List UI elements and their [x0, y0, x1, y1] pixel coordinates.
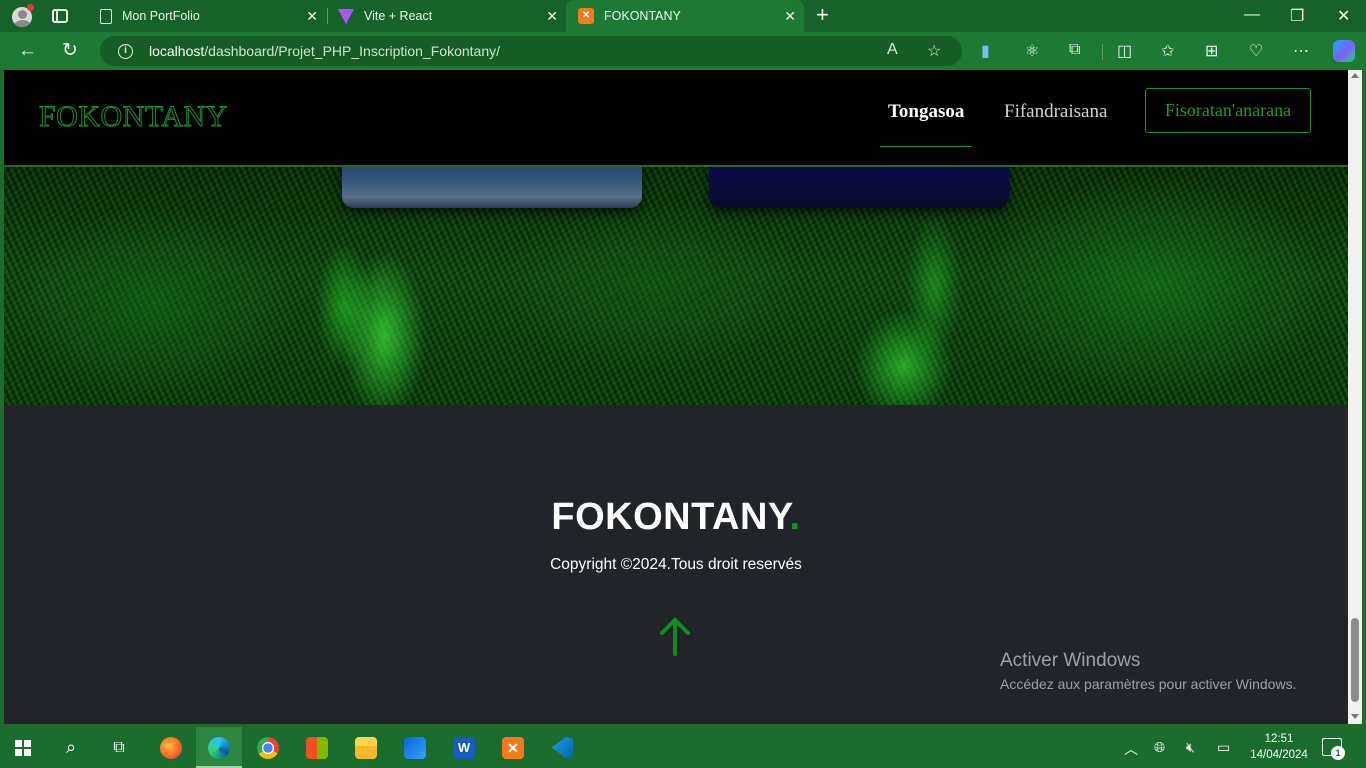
word-taskbar-button[interactable]: W [441, 727, 487, 768]
close-tab-icon[interactable]: ✕ [784, 8, 796, 25]
split-screen-icon[interactable]: ◫ [1117, 41, 1132, 61]
collections-icon[interactable]: ⊞ [1205, 41, 1218, 61]
browser-toolbar: ← ↻ i localhost/dashboard/Projet_PHP_Ins… [0, 32, 1366, 70]
chrome-icon [257, 736, 279, 759]
web-page: FOKONTANY Tongasoa Fifandraisana Fisorat… [4, 70, 1348, 724]
battery-icon[interactable]: ▭ [1217, 739, 1230, 756]
notification-count-badge: 1 [1331, 746, 1345, 760]
scroll-to-top-arrow-icon[interactable] [658, 616, 692, 656]
windows-activation-watermark: Activer Windows Accédez aux paramètres p… [1000, 650, 1296, 692]
browser-essentials-icon[interactable]: ♡ [1249, 41, 1263, 61]
search-icon[interactable]: ⌕ [48, 727, 94, 768]
scrollbar-thumb[interactable] [1351, 618, 1359, 702]
start-button[interactable] [0, 727, 46, 768]
footer-copyright: Copyright ©2024.Tous droit reservés [550, 556, 802, 573]
browser-tab-vite[interactable]: Vite + React ✕ [328, 0, 566, 32]
tab-title: Vite + React [364, 9, 433, 23]
more-options-icon[interactable]: ⋯ [1293, 41, 1309, 61]
edge-taskbar-button[interactable] [196, 727, 242, 768]
activation-subtitle: Accédez aux paramètres pour activer Wind… [1000, 676, 1297, 692]
chrome-taskbar-button[interactable] [245, 727, 291, 768]
store-taskbar-button[interactable] [294, 727, 340, 768]
speaker-muted-icon[interactable]: 🔇︎ [1186, 739, 1195, 756]
show-hidden-icons-chevron-icon[interactable]: ︿ [1124, 739, 1138, 759]
xampp-taskbar-button[interactable]: ✕ [490, 727, 536, 768]
read-aloud-icon[interactable]: A [887, 41, 898, 59]
word-icon: W [453, 736, 475, 759]
nav-link-home[interactable]: Tongasoa [888, 101, 964, 123]
footer-title-dot: . [789, 496, 801, 538]
minimize-icon[interactable]: — [1244, 6, 1260, 24]
windows-logo-icon [15, 739, 31, 756]
restore-icon[interactable]: ❐ [1290, 6, 1304, 26]
windows-taskbar: ⌕ ⧉ W ✕ ︿ 🌐︎ 🔇︎ ▭ [0, 727, 1366, 768]
signup-button[interactable]: Fisoratan'anarana [1145, 88, 1311, 133]
react-devtools-icon[interactable]: ⚛ [1025, 41, 1039, 61]
file-explorer-taskbar-button[interactable] [343, 727, 389, 768]
edge-icon [208, 736, 230, 759]
back-arrow-icon[interactable]: ← [18, 41, 37, 61]
xampp-icon: ✕ [502, 736, 524, 759]
footer-title-text: FOKONTANY [551, 496, 790, 538]
document-icon [100, 8, 112, 24]
vscode-taskbar-button[interactable] [539, 727, 585, 768]
browser-tab-fokontany[interactable]: ✕ FOKONTANY ✕ [566, 0, 804, 32]
active-nav-underline [880, 146, 972, 147]
toolbar-divider [1102, 44, 1103, 60]
browser-tab-portfolio[interactable]: Mon PortFolio ✕ [88, 0, 326, 32]
refresh-icon[interactable]: ↻ [62, 41, 78, 61]
close-tab-icon[interactable]: ✕ [306, 8, 318, 25]
firefox-taskbar-button[interactable] [148, 727, 194, 768]
hero-background-image [4, 166, 1348, 405]
page-scrollbar[interactable] [1348, 70, 1362, 724]
mail-taskbar-button[interactable] [392, 727, 438, 768]
footer-title: FOKONTANY. [4, 496, 1348, 539]
site-logo[interactable]: FOKONTANY [39, 100, 228, 134]
clock-time: 12:51 [1264, 733, 1294, 745]
mail-icon [404, 736, 426, 759]
close-window-icon[interactable]: ✕ [1337, 6, 1350, 26]
scroll-up-arrow-icon[interactable] [1351, 73, 1359, 78]
tab-title: FOKONTANY [604, 9, 681, 23]
hero-image-card [709, 166, 1009, 208]
scroll-down-arrow-icon[interactable] [1351, 714, 1359, 719]
activation-title: Activer Windows [1000, 650, 1141, 671]
folder-icon [355, 736, 377, 759]
copilot-icon[interactable] [1333, 40, 1355, 62]
tab-actions-icon[interactable] [52, 9, 68, 23]
vite-icon [338, 8, 354, 24]
store-icon [306, 736, 328, 759]
url-path: /dashboard/Projet_PHP_Inscription_Fokont… [204, 43, 500, 59]
vscode-icon [551, 736, 573, 759]
close-tab-icon[interactable]: ✕ [546, 8, 558, 25]
favorites-icon[interactable]: ✩ [1161, 41, 1174, 61]
clock-date: 14/04/2024 [1250, 749, 1308, 761]
collection-icon[interactable]: ▮ [981, 41, 990, 61]
url-host: localhost [149, 43, 205, 59]
extensions-icon[interactable]: ⧉ [1069, 41, 1080, 59]
site-navbar: FOKONTANY Tongasoa Fifandraisana Fisorat… [4, 70, 1348, 167]
task-view-icon[interactable]: ⧉ [96, 727, 142, 768]
firefox-icon [160, 736, 182, 759]
profile-notification-dot [27, 4, 34, 11]
network-globe-icon[interactable]: 🌐︎ [1154, 739, 1165, 756]
taskbar-clock[interactable]: 12:51 14/04/2024 [1248, 731, 1310, 763]
xampp-icon: ✕ [578, 8, 594, 24]
hero-image-card [342, 166, 642, 208]
site-info-icon[interactable]: i [118, 43, 133, 59]
address-bar[interactable]: i localhost/dashboard/Projet_PHP_Inscrip… [100, 36, 962, 66]
browser-tab-bar: Mon PortFolio ✕ Vite + React ✕ ✕ FOKONTA… [0, 0, 1366, 32]
nav-link-login[interactable]: Fifandraisana [1004, 101, 1107, 123]
tab-title: Mon PortFolio [122, 9, 200, 23]
favorite-star-icon[interactable]: ☆ [927, 41, 941, 61]
new-tab-icon[interactable]: + [816, 4, 829, 26]
